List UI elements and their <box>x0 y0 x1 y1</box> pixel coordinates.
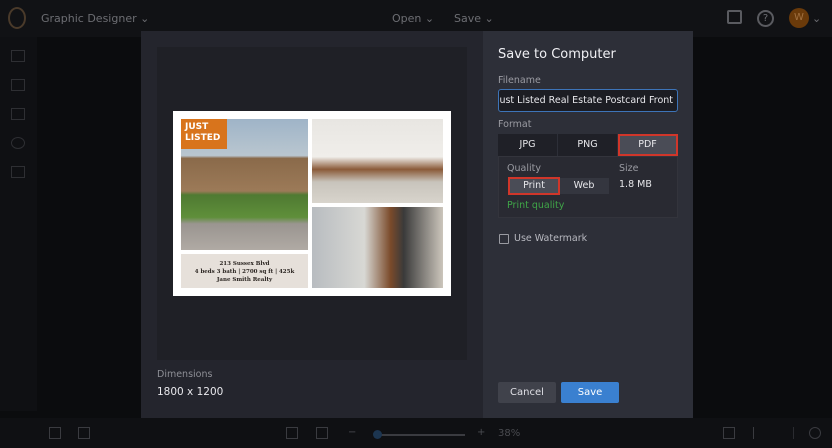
app-logo[interactable] <box>8 7 26 29</box>
dialog-title: Save to Computer <box>498 47 616 62</box>
quality-web[interactable]: Web <box>559 178 609 194</box>
open-label: Open <box>392 12 422 25</box>
text-icon[interactable] <box>11 166 25 178</box>
format-label: Format <box>498 119 532 130</box>
format-jpg[interactable]: JPG <box>498 134 558 156</box>
undo-icon[interactable] <box>753 427 765 439</box>
watermark-checkbox[interactable] <box>499 233 509 244</box>
dimensions-label: Dimensions <box>157 369 213 380</box>
chevron-down-icon: ⌄ <box>140 12 150 25</box>
quality-selector: Print Web <box>508 177 609 195</box>
redo-icon[interactable] <box>782 427 794 439</box>
zoom-in-button[interactable]: + <box>477 427 485 438</box>
app-name: Graphic Designer <box>41 12 137 25</box>
chevron-down-icon: ⌄ <box>424 12 435 25</box>
just-listed-badge: JUST LISTED <box>181 119 227 149</box>
layout-icon[interactable] <box>11 50 25 62</box>
open-menu[interactable]: Open ⌄ <box>392 12 434 25</box>
zoom-slider-handle[interactable] <box>373 430 382 439</box>
help-icon[interactable]: ? <box>757 10 774 27</box>
save-dialog: JUST LISTED 213 Sussex Blvd 4 beds 3 bath… <box>141 31 693 418</box>
preview-panel: JUST LISTED 213 Sussex Blvd 4 beds 3 bath… <box>141 31 483 418</box>
save-menu[interactable]: Save ⌄ <box>454 12 494 25</box>
watermark-label: Use Watermark <box>514 233 588 244</box>
zoom-level: 38% <box>498 428 521 439</box>
filename-label: Filename <box>498 75 541 86</box>
quality-box: Quality Size Print Web 1.8 MB Print qual… <box>498 156 678 218</box>
app-menu[interactable]: Graphic Designer ⌄ <box>41 12 149 25</box>
cancel-button[interactable]: Cancel <box>498 382 556 403</box>
save-button[interactable]: Save <box>561 382 619 403</box>
chat-icon[interactable] <box>727 10 742 24</box>
sliders-icon[interactable] <box>11 79 25 91</box>
left-sidebar <box>0 37 37 411</box>
size-label: Size <box>619 163 639 174</box>
postcard-preview: JUST LISTED 213 Sussex Blvd 4 beds 3 bath… <box>173 111 451 296</box>
preview-area: JUST LISTED 213 Sussex Blvd 4 beds 3 bath… <box>157 47 467 360</box>
agent: Jane Smith Realty <box>216 277 273 283</box>
layers-icon[interactable] <box>49 427 61 439</box>
dimensions-value: 1800 x 1200 <box>157 386 224 398</box>
resize-icon[interactable] <box>316 427 328 439</box>
kitchen-photo <box>312 119 443 203</box>
fit-icon[interactable] <box>286 427 298 439</box>
quality-label: Quality <box>507 163 541 174</box>
watermark-option[interactable]: Use Watermark <box>499 233 587 244</box>
chevron-down-icon[interactable]: ⌄ <box>812 12 821 25</box>
history-icon[interactable] <box>809 427 821 439</box>
grid-icon[interactable] <box>11 108 25 120</box>
avatar[interactable]: W <box>789 8 809 28</box>
swap-icon[interactable] <box>723 427 735 439</box>
zoom-out-button[interactable]: − <box>348 427 356 438</box>
format-selector: JPG PNG PDF <box>498 134 678 156</box>
living-room-photo <box>312 207 443 288</box>
save-label: Save <box>454 12 482 25</box>
chevron-down-icon: ⌄ <box>484 12 494 25</box>
bottom-bar: − + 38% <box>0 418 832 448</box>
format-pdf[interactable]: PDF <box>618 134 678 156</box>
pages-icon[interactable] <box>78 427 90 439</box>
size-value: 1.8 MB <box>619 179 652 190</box>
filename-input[interactable]: Just Listed Real Estate Postcard Front <box>498 89 678 112</box>
options-panel: Save to Computer Filename Just Listed Re… <box>483 31 693 418</box>
quality-note: Print quality <box>507 200 565 211</box>
details: 4 beds 3 bath | 2700 sq ft | 425k <box>194 269 295 275</box>
quality-print[interactable]: Print <box>508 177 560 195</box>
format-png[interactable]: PNG <box>558 134 618 156</box>
listing-info: 213 Sussex Blvd 4 beds 3 bath | 2700 sq … <box>181 254 308 288</box>
heart-icon[interactable] <box>11 137 25 149</box>
zoom-slider[interactable] <box>375 434 465 436</box>
address: 213 Sussex Blvd <box>219 261 270 267</box>
house-photo: JUST LISTED <box>181 119 308 250</box>
